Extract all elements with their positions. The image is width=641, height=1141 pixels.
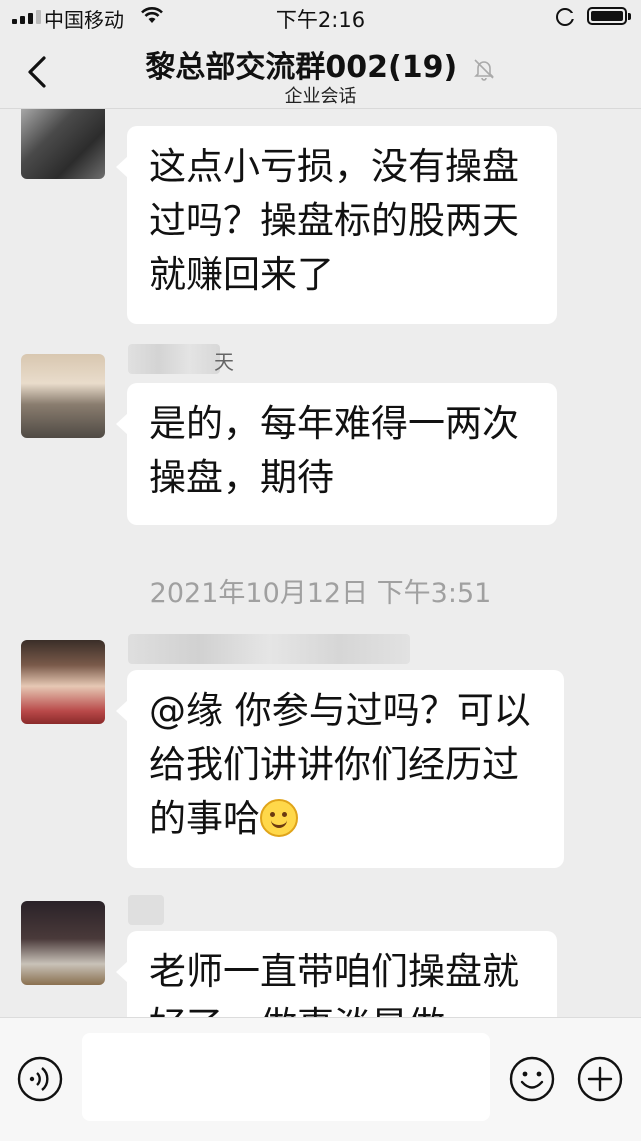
message-bubble[interactable]: 老师一直带咱们操盘就好了，做事淡是做 bbox=[116, 931, 557, 1017]
message-text: 老师一直带咱们操盘就好了，做事淡是做 bbox=[149, 950, 519, 1017]
avatar[interactable] bbox=[21, 901, 105, 985]
message-text: 是的，每年难得一两次操盘，期待 bbox=[149, 402, 519, 499]
input-bar bbox=[0, 1017, 641, 1141]
message-input[interactable] bbox=[82, 1033, 490, 1121]
chat-title: 黎总部交流群002(19) bbox=[145, 50, 458, 85]
avatar[interactable] bbox=[21, 354, 105, 438]
timestamp: 2021年10月12日 下午3:51 bbox=[149, 578, 492, 609]
mute-bell-icon bbox=[473, 58, 494, 81]
message-text: @缘 你参与过吗？可以给我们讲讲你们经历过的事哈 bbox=[149, 689, 531, 840]
chat-subtitle: 企业会话 bbox=[284, 86, 357, 107]
chat-title-row[interactable]: 黎总部交流群002(19) bbox=[0, 42, 641, 86]
status-time: 下午2:16 bbox=[275, 8, 366, 32]
message-text: 这点小亏损，没有操盘过吗？操盘标的股两天就赚回来了 bbox=[149, 145, 519, 296]
status-bar: 中国移动 下午2:16 bbox=[0, 0, 641, 34]
message-bubble[interactable]: 这点小亏损，没有操盘过吗？操盘标的股两天就赚回来了 bbox=[116, 126, 557, 324]
sender-name-blurred bbox=[128, 344, 220, 374]
message-bubble[interactable]: @缘 你参与过吗？可以给我们讲讲你们经历过的事哈 bbox=[116, 670, 564, 868]
chat-header: 黎总部交流群002(19) 企业会话 bbox=[0, 34, 641, 109]
plus-icon[interactable] bbox=[576, 1055, 624, 1103]
avatar[interactable] bbox=[21, 109, 105, 179]
smile-emoji-icon bbox=[260, 799, 298, 837]
sender-name: 天 bbox=[214, 350, 234, 374]
rotation-lock-icon bbox=[556, 8, 577, 26]
battery-icon bbox=[587, 7, 631, 25]
message-list[interactable]: 这点小亏损，没有操盘过吗？操盘标的股两天就赚回来了 天 是的，每年难得一两次操盘… bbox=[0, 109, 641, 1017]
avatar[interactable] bbox=[21, 640, 105, 724]
message-bubble[interactable]: 是的，每年难得一两次操盘，期待 bbox=[116, 383, 557, 525]
sender-name-blurred bbox=[128, 895, 164, 925]
sender-name-blurred bbox=[128, 634, 410, 664]
emoji-icon[interactable] bbox=[508, 1055, 556, 1103]
voice-icon[interactable] bbox=[16, 1055, 64, 1103]
